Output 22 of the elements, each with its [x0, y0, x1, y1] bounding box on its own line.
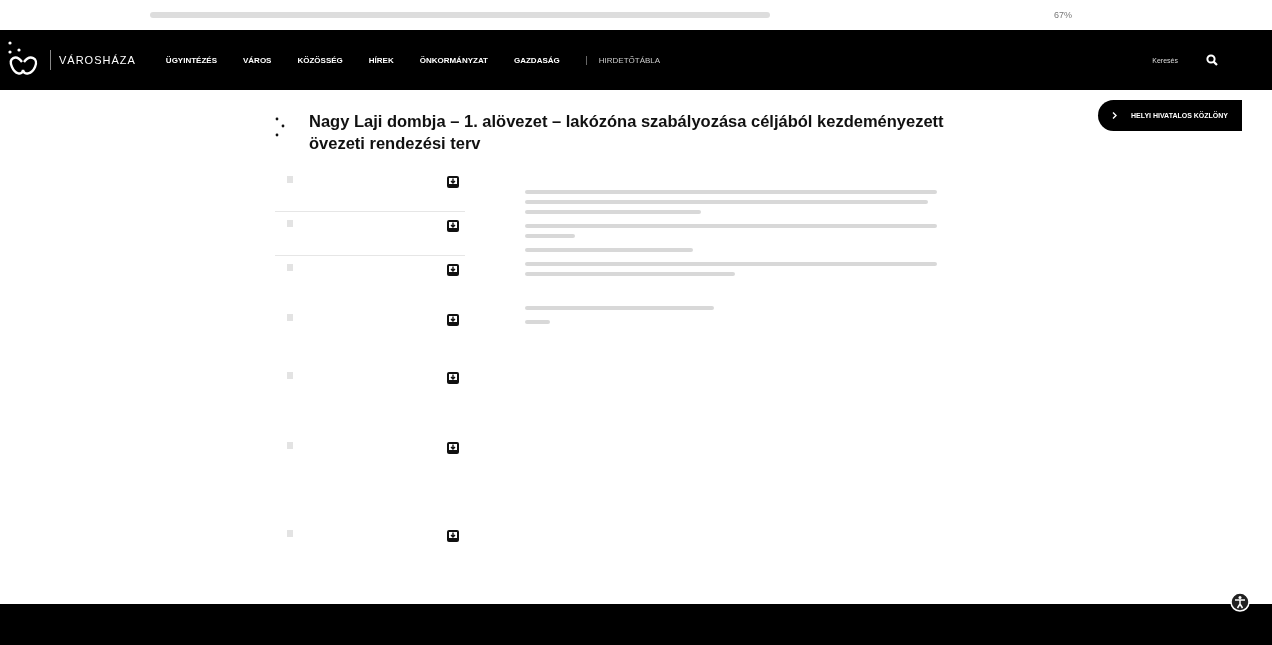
download-icon[interactable] [447, 220, 459, 232]
search-icon[interactable] [1206, 54, 1218, 66]
zoom-level[interactable]: 67% [1054, 10, 1072, 20]
download-icon[interactable] [447, 442, 459, 454]
chevron-icon [1112, 112, 1118, 119]
nav-link[interactable]: ÖNKORMÁNYZAT [419, 55, 488, 65]
page-title: Nagy Laji dombja – 1. alövezet – lakózóna szabályozása céljából kezdeményezett övezeti rendezési terv [309, 111, 945, 154]
nav-link[interactable]: VÁROS [243, 55, 272, 65]
blurred-text-line [525, 234, 576, 238]
blurred-text-line [525, 320, 551, 324]
logo-text[interactable]: VÁROSHÁZA [50, 50, 136, 70]
download-icon[interactable] [447, 530, 459, 542]
download-icon[interactable] [447, 314, 459, 326]
nav-link[interactable]: ÜGYINTÉZÉS [165, 55, 217, 65]
accessibility-icon[interactable] [1230, 592, 1250, 612]
download-icon[interactable] [447, 176, 459, 188]
dots-icon [275, 116, 285, 138]
nav-link[interactable]: HÍREK [368, 55, 394, 65]
nav-link[interactable]: KÖZÖSSÉG [297, 55, 343, 65]
nav-link[interactable]: GAZDASÁG [513, 55, 560, 65]
download-icon[interactable] [447, 372, 459, 384]
download-icon[interactable] [447, 264, 459, 276]
